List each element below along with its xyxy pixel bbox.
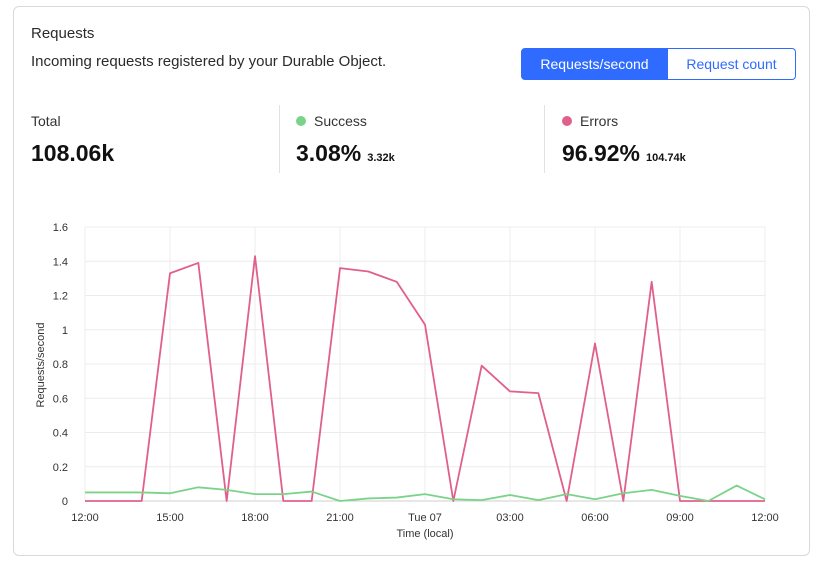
x-tick-label: 09:00 (666, 512, 694, 524)
y-tick-label: 0.6 (53, 393, 68, 405)
y-tick-label: 1.2 (53, 291, 68, 303)
x-tick-label: 21:00 (326, 512, 354, 524)
y-tick-label: 1.4 (53, 256, 68, 268)
y-tick-label: 0.4 (53, 428, 68, 440)
y-axis-ticks: 0 0.2 0.4 0.6 0.8 1 1.2 1.4 1.6 (53, 222, 68, 508)
y-tick-label: 0.2 (53, 462, 68, 474)
y-tick-label: 0.8 (53, 359, 68, 371)
x-tick-label: 18:00 (241, 512, 269, 524)
x-tick-label: 06:00 (581, 512, 609, 524)
y-tick-label: 1 (62, 325, 68, 337)
y-tick-label: 0 (62, 496, 68, 508)
y-axis-label: Requests/second (35, 323, 47, 408)
x-tick-label: 12:00 (751, 512, 779, 524)
x-tick-label: 03:00 (496, 512, 524, 524)
requests-line-chart: 0 0.2 0.4 0.6 0.8 1 1.2 1.4 1.6 12:00 15:00 18:00 2… (35, 222, 779, 540)
x-tick-label: 12:00 (71, 512, 99, 524)
y-tick-label: 1.6 (53, 222, 68, 234)
x-axis-ticks: 12:00 15:00 18:00 21:00 Tue 07 03:00 06:00 09:0… (71, 512, 779, 524)
x-axis-label: Time (local) (396, 528, 453, 540)
x-tick-label: 15:00 (156, 512, 184, 524)
x-tick-label: Tue 07 (408, 512, 442, 524)
